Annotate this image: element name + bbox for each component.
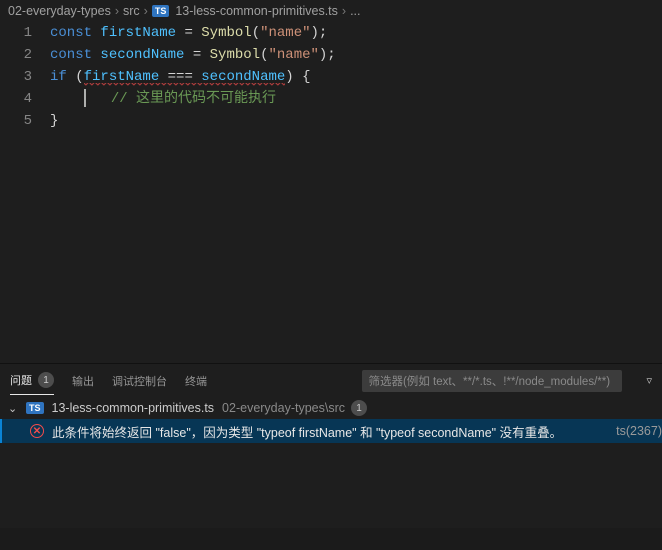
problem-item[interactable]: ✕ 此条件将始终返回 "false"，因为类型 "typeof firstNam… (0, 419, 662, 443)
code-line[interactable]: } (50, 110, 58, 132)
problems-count-badge: 1 (38, 372, 54, 388)
code-line[interactable]: // 这里的代码不可能执行 (50, 88, 276, 110)
crumb-sub[interactable]: src (123, 4, 140, 18)
problems-file-row[interactable]: ⌄ TS 13-less-common-primitives.ts 02-eve… (0, 397, 662, 419)
file-problems-count: 1 (351, 400, 367, 416)
code-line[interactable]: if (firstName === secondName) { (50, 66, 311, 88)
breadcrumb[interactable]: 02-everyday-types › src › TS 13-less-com… (0, 0, 662, 22)
filter-input[interactable]: 筛选器(例如 text、**/*.ts、!**/node_modules/**) (362, 370, 622, 392)
typescript-icon: TS (152, 5, 170, 17)
code-editor[interactable]: 1 const firstName = Symbol("name"); 2 co… (0, 22, 662, 363)
filter-icon[interactable]: ▿ (646, 374, 652, 387)
code-line[interactable]: const firstName = Symbol("name"); (50, 22, 327, 44)
problems-list: ⌄ TS 13-less-common-primitives.ts 02-eve… (0, 397, 662, 528)
tab-problems[interactable]: 问题 1 (10, 366, 54, 395)
line-number: 4 (0, 88, 50, 110)
bottom-panel: 问题 1 输出 调试控制台 终端 筛选器(例如 text、**/*.ts、!**… (0, 363, 662, 528)
problems-file-path: 02-everyday-types\src (222, 401, 345, 415)
tab-debug-console[interactable]: 调试控制台 (112, 367, 167, 395)
cursor (84, 89, 86, 107)
panel-tabs: 问题 1 输出 调试控制台 终端 筛选器(例如 text、**/*.ts、!**… (0, 364, 662, 397)
tab-output[interactable]: 输出 (72, 367, 94, 395)
problems-file-name: 13-less-common-primitives.ts (52, 401, 215, 415)
line-number: 2 (0, 44, 50, 66)
problem-code: ts(2367) (616, 424, 662, 438)
status-bar[interactable] (0, 528, 662, 550)
crumb-more[interactable]: ... (350, 4, 360, 18)
chevron-right-icon: › (144, 4, 148, 18)
chevron-right-icon: › (115, 4, 119, 18)
tab-label: 问题 (10, 372, 32, 388)
problem-message: 此条件将始终返回 "false"，因为类型 "typeof firstName"… (52, 422, 602, 441)
line-number: 5 (0, 110, 50, 132)
chevron-down-icon[interactable]: ⌄ (8, 402, 20, 415)
error-icon: ✕ (30, 424, 44, 438)
typescript-icon: TS (26, 402, 44, 414)
chevron-right-icon: › (342, 4, 346, 18)
error-squiggle[interactable]: firstName === secondName (84, 69, 286, 86)
crumb-folder[interactable]: 02-everyday-types (8, 4, 111, 18)
line-number: 1 (0, 22, 50, 44)
crumb-file[interactable]: 13-less-common-primitives.ts (175, 4, 338, 18)
code-line[interactable]: const secondName = Symbol("name"); (50, 44, 336, 66)
filter-placeholder: 筛选器(例如 text、**/*.ts、!**/node_modules/**) (368, 373, 616, 389)
tab-terminal[interactable]: 终端 (185, 367, 207, 395)
line-number: 3 (0, 66, 50, 88)
